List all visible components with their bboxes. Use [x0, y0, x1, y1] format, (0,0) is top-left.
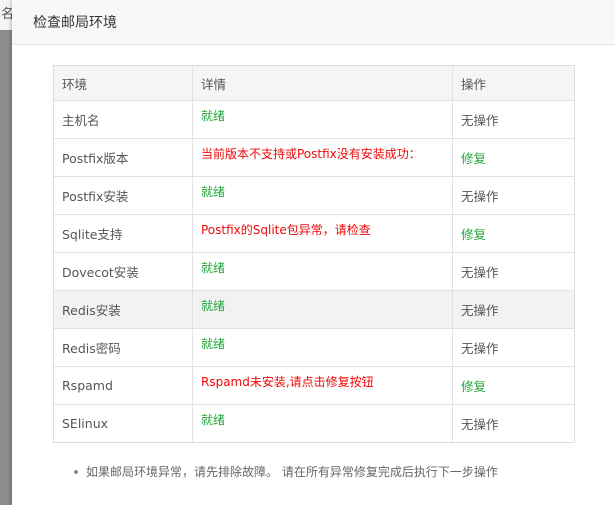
- check-mail-env-dialog: 检查邮局环境 环境 详情 操作 主机名 就绪 无操作 Postfix版本 当前版…: [12, 0, 615, 505]
- env-cell: SElinux: [54, 404, 193, 442]
- dialog-title: 检查邮局环境: [33, 15, 117, 31]
- detail-cell: 就绪: [192, 176, 453, 215]
- action-cell: 修复: [452, 138, 574, 177]
- no-action-cell: 无操作: [461, 417, 499, 432]
- no-action-cell: 无操作: [452, 290, 574, 329]
- env-cell: Postfix版本: [54, 138, 193, 177]
- env-cell: Postfix安装: [54, 176, 193, 215]
- action-cell: 修复: [452, 366, 574, 405]
- env-cell: Redis密码: [54, 328, 193, 367]
- table-row: Rspamd Rspamd未安装,请点击修复按钮 修复: [54, 366, 574, 405]
- status-ready: 就绪: [201, 185, 226, 199]
- detail-cell: 就绪: [192, 328, 453, 367]
- detail-cell: 就绪: [192, 252, 453, 291]
- detail-cell: 就绪: [192, 290, 453, 329]
- header-action: 操作: [452, 66, 574, 101]
- env-check-table: 环境 详情 操作 主机名 就绪 无操作 Postfix版本 当前版本不支持或Po…: [53, 65, 575, 443]
- table-header-row: 环境 详情 操作: [54, 66, 574, 101]
- no-action-cell: 无操作: [452, 252, 574, 291]
- header-detail: 详情: [192, 66, 453, 101]
- fix-sqlite-link[interactable]: 修复: [461, 227, 486, 242]
- status-ready: 就绪: [201, 299, 226, 313]
- detail-cell: Postfix的Sqlite包异常，请检查: [192, 214, 453, 253]
- header-env: 环境: [54, 66, 193, 101]
- no-action-cell: 无操作: [452, 328, 574, 367]
- table-row: Postfix版本 当前版本不支持或Postfix没有安装成功： 修复: [54, 138, 574, 177]
- hint-text: 如果邮局环境异常，请先排除故障。 请在所有异常修复完成后执行下一步操作: [86, 465, 498, 479]
- table-row: Redis安装 就绪 无操作: [54, 290, 574, 329]
- status-error: 当前版本不支持或Postfix没有安装成功：: [201, 147, 421, 161]
- status-ready: 就绪: [201, 109, 226, 123]
- detail-cell: Rspamd未安装,请点击修复按钮: [192, 366, 453, 405]
- detail-cell: 当前版本不支持或Postfix没有安装成功：: [192, 138, 453, 177]
- action-cell: 修复: [452, 214, 574, 253]
- status-error: Postfix的Sqlite包异常，请检查: [201, 223, 371, 237]
- env-cell: Rspamd: [54, 366, 193, 405]
- no-action-cell: 无操作: [452, 176, 574, 215]
- status-ready: 就绪: [201, 261, 226, 275]
- fix-rspamd-link[interactable]: 修复: [461, 379, 486, 394]
- env-cell: 主机名: [54, 100, 193, 139]
- fix-postfix-version-link[interactable]: 修复: [461, 151, 486, 166]
- table-row: Postfix安装 就绪 无操作: [54, 176, 574, 215]
- detail-cell: 就绪: [192, 404, 453, 442]
- status-error: Rspamd未安装,请点击修复按钮: [201, 375, 374, 389]
- hint-note: 如果邮局环境异常，请先排除故障。 请在所有异常修复完成后执行下一步操作: [74, 463, 498, 480]
- table-row: 主机名 就绪 无操作: [54, 100, 574, 139]
- table-row: Dovecot安装 就绪 无操作: [54, 252, 574, 291]
- dialog-header: 检查邮局环境: [12, 0, 615, 45]
- detail-cell: 就绪: [192, 100, 453, 139]
- table-row: Sqlite支持 Postfix的Sqlite包异常，请检查 修复: [54, 214, 574, 253]
- bullet-icon: [74, 469, 78, 474]
- no-action-cell: 无操作: [452, 100, 574, 139]
- table-row: Redis密码 就绪 无操作: [54, 328, 574, 367]
- env-cell: Sqlite支持: [54, 214, 193, 253]
- table-row: SElinux 就绪 无操作: [54, 404, 574, 442]
- env-cell: Redis安装: [54, 290, 193, 329]
- env-cell: Dovecot安装: [54, 252, 193, 291]
- status-ready: 就绪: [201, 413, 226, 427]
- status-ready: 就绪: [201, 337, 226, 351]
